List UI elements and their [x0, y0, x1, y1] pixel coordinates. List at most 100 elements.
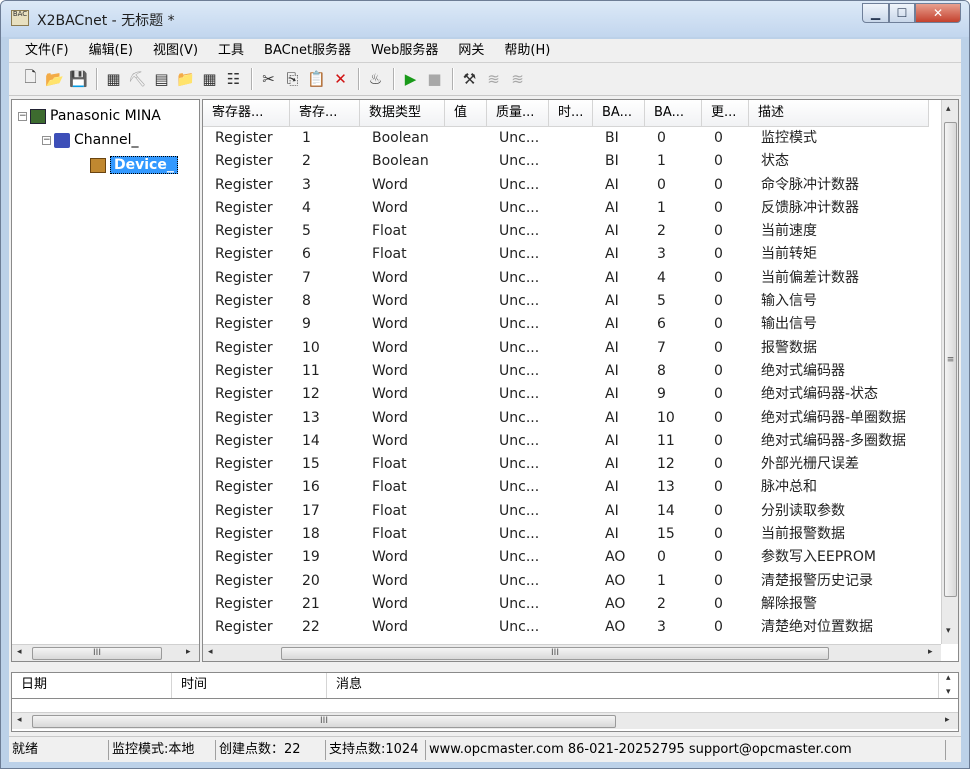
table-row[interactable]: Register 5 Float Unc... AI 2 0 当前速度: [203, 220, 929, 243]
table-row[interactable]: Register 12 Word Unc... AI 9 0 绝对式编码器-状态: [203, 383, 929, 406]
device-tree[interactable]: − Panasonic MINA − Channel_ Device_ ◂ II…: [11, 99, 200, 662]
collapse-icon[interactable]: −: [18, 111, 27, 121]
cell-time: [549, 243, 593, 266]
scroll-up-icon[interactable]: ▴: [946, 104, 951, 114]
table-row[interactable]: Register 9 Word Unc... AI 6 0 输出信号: [203, 313, 929, 336]
scroll-down-icon[interactable]: ▾: [946, 626, 951, 636]
table-row[interactable]: Register 3 Word Unc... AI 0 0 命令脉冲计数器: [203, 174, 929, 197]
list-vertical-scrollbar[interactable]: ▴ ≡ ▾: [941, 100, 958, 644]
menu-item-7[interactable]: 帮助(H): [494, 39, 560, 63]
table-row[interactable]: Register 19 Word Unc... AO 0 0 参数写入EEPROM: [203, 546, 929, 569]
scroll-left-icon[interactable]: ◂: [17, 647, 22, 657]
table-row[interactable]: Register 1 Boolean Unc... BI 0 0 监控模式: [203, 127, 929, 150]
table-row[interactable]: Register 8 Word Unc... AI 5 0 输入信号: [203, 290, 929, 313]
scroll-left-icon[interactable]: ◂: [208, 647, 213, 657]
cell-time: [549, 616, 593, 639]
table-row[interactable]: Register 16 Float Unc... AI 13 0 脉冲总和: [203, 476, 929, 499]
add-device-icon[interactable]: ⛏: [126, 68, 149, 91]
cell-register-type: Register: [215, 153, 273, 170]
point-list[interactable]: 寄存器... 寄存... 数据类型值质量... 时... BA... BA... 更... 描…: [202, 99, 959, 662]
properties-icon[interactable]: ☷: [222, 68, 245, 91]
log-panel[interactable]: ▴ ▾ ◂ III ▸: [11, 673, 959, 732]
copy-icon[interactable]: ⎘: [281, 68, 304, 91]
table-row[interactable]: Register 15 Float Unc... AI 12 0 外部光栅尺误差: [203, 453, 929, 476]
delete-icon[interactable]: ✕: [329, 68, 352, 91]
menu-item-4[interactable]: BACnet服务器: [254, 39, 361, 63]
cell-bacnet-type: AI: [605, 293, 619, 310]
monitor-icon[interactable]: ♨: [364, 68, 387, 91]
column-header-register-type[interactable]: 寄存器...: [203, 100, 290, 127]
menu-item-6[interactable]: 网关: [448, 39, 494, 63]
column-header-description[interactable]: 描述: [749, 100, 929, 127]
cell-register-addr: 19: [302, 549, 320, 566]
tree-node-root[interactable]: − Panasonic MINA: [18, 105, 161, 127]
table-row[interactable]: Register 17 Float Unc... AI 14 0 分别读取参数: [203, 500, 929, 523]
grid2-icon[interactable]: ≋: [506, 68, 529, 91]
table-row[interactable]: Register 21 Word Unc... AO 2 0 解除报警: [203, 593, 929, 616]
menu-item-1[interactable]: 编辑(E): [79, 39, 143, 63]
open-folder-icon[interactable]: 📂: [43, 68, 66, 91]
table-row[interactable]: Register 14 Word Unc... AI 11 0 绝对式编码器-多圈数据: [203, 430, 929, 453]
tree-node-channel[interactable]: − Channel_: [42, 129, 138, 151]
paste-icon[interactable]: 📋: [305, 68, 328, 91]
scroll-thumb[interactable]: ≡: [944, 122, 957, 597]
column-header-time[interactable]: 时...: [549, 100, 593, 127]
grid-icon[interactable]: ≋: [482, 68, 505, 91]
add-point-icon[interactable]: ▤: [150, 68, 173, 91]
cut-icon[interactable]: ✂: [257, 68, 280, 91]
import-icon[interactable]: 📁: [174, 68, 197, 91]
scroll-thumb[interactable]: III: [281, 647, 829, 660]
collapse-icon[interactable]: −: [42, 135, 51, 145]
table-row[interactable]: Register 6 Float Unc... AI 3 0 当前转矩: [203, 243, 929, 266]
minimize-button[interactable]: ▁: [862, 3, 889, 23]
scroll-right-icon[interactable]: ▸: [928, 647, 933, 657]
tools-icon[interactable]: ⚒: [458, 68, 481, 91]
list-horizontal-scrollbar[interactable]: ◂ III ▸: [203, 644, 941, 661]
cell-time: [549, 383, 593, 406]
menu-item-5[interactable]: Web服务器: [361, 39, 448, 63]
scroll-thumb[interactable]: III: [32, 647, 162, 660]
column-header-quality[interactable]: 质量...: [487, 100, 549, 127]
log-column-header[interactable]: 消息: [327, 673, 939, 698]
table-row[interactable]: Register 10 Word Unc... AI 7 0 报警数据: [203, 337, 929, 360]
tree-node-device[interactable]: Device_: [90, 154, 178, 176]
table-row[interactable]: Register 2 Boolean Unc... BI 1 0 状态: [203, 150, 929, 173]
menu-item-0[interactable]: 文件(F): [15, 39, 79, 63]
maximize-button[interactable]: ☐: [889, 3, 915, 23]
close-button[interactable]: ✕: [915, 3, 961, 23]
column-header-data-type[interactable]: 数据类型: [360, 100, 445, 127]
stop-icon[interactable]: ■: [423, 68, 446, 91]
table-row[interactable]: Register 18 Float Unc... AI 15 0 当前报警数据: [203, 523, 929, 546]
tree-horizontal-scrollbar[interactable]: ◂ III ▸: [12, 644, 199, 661]
log-horizontal-scrollbar[interactable]: ◂ III ▸: [12, 712, 958, 729]
log-vertical-scrollbar[interactable]: ▴ ▾: [942, 671, 959, 701]
log-column-header[interactable]: 时间: [172, 673, 327, 698]
table-row[interactable]: Register 22 Word Unc... AO 3 0 清楚绝对位置数据: [203, 616, 929, 639]
scroll-thumb[interactable]: III: [32, 715, 616, 728]
column-header-register-addr[interactable]: 寄存...: [290, 100, 360, 127]
scroll-up-icon[interactable]: ▴: [946, 673, 951, 683]
table-row[interactable]: Register 7 Word Unc... AI 4 0 当前偏差计数器: [203, 267, 929, 290]
device-config-icon[interactable]: ▦: [198, 68, 221, 91]
save-icon[interactable]: 💾: [67, 68, 90, 91]
cell-bacnet-type: AO: [605, 549, 626, 566]
add-channel-icon[interactable]: ▦: [102, 68, 125, 91]
new-file-icon[interactable]: 🗋: [19, 68, 42, 91]
log-column-header[interactable]: 日期: [12, 673, 172, 698]
scroll-left-icon[interactable]: ◂: [17, 715, 22, 725]
title-bar[interactable]: BAC X2BACnet - 无标题 * ▁ ☐ ✕: [1, 1, 969, 37]
table-row[interactable]: Register 11 Word Unc... AI 8 0 绝对式编码器: [203, 360, 929, 383]
column-header-update[interactable]: 更...: [702, 100, 749, 127]
table-row[interactable]: Register 13 Word Unc... AI 10 0 绝对式编码器-单圈数据: [203, 407, 929, 430]
table-row[interactable]: Register 4 Word Unc... AI 1 0 反馈脉冲计数器: [203, 197, 929, 220]
column-header-value[interactable]: 值: [445, 100, 487, 127]
menu-item-2[interactable]: 视图(V): [143, 39, 208, 63]
scroll-right-icon[interactable]: ▸: [945, 715, 950, 725]
column-header-bacnet-index[interactable]: BA...: [645, 100, 702, 127]
scroll-down-icon[interactable]: ▾: [946, 687, 951, 697]
menu-item-3[interactable]: 工具: [208, 39, 254, 63]
run-icon[interactable]: ▶: [399, 68, 422, 91]
column-header-bacnet-type[interactable]: BA...: [593, 100, 645, 127]
table-row[interactable]: Register 20 Word Unc... AO 1 0 清楚报警历史记录: [203, 570, 929, 593]
scroll-right-icon[interactable]: ▸: [186, 647, 191, 657]
